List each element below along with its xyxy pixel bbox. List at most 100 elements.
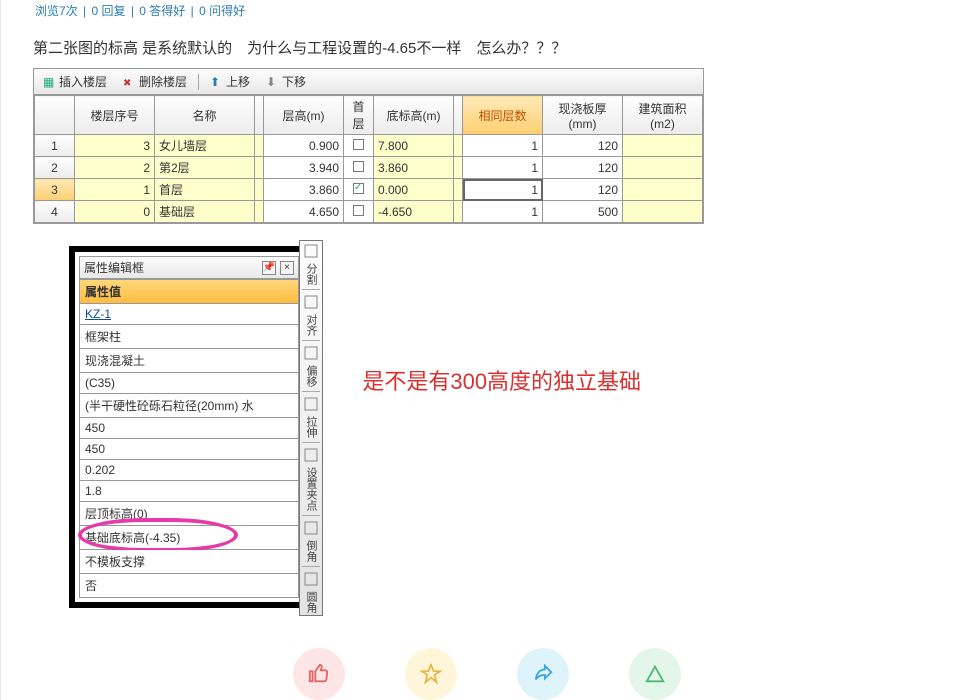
property-row[interactable]: 450 <box>79 439 299 460</box>
cell-first-checkbox[interactable] <box>344 179 374 201</box>
cell-area[interactable] <box>623 135 703 157</box>
col-height[interactable]: 层高(m) <box>264 96 344 135</box>
table-row[interactable]: 22第2层3.9403.8601120 <box>35 157 703 179</box>
col-seq[interactable]: 楼层序号 <box>75 96 155 135</box>
property-row[interactable]: (C35) <box>79 373 299 394</box>
cell-first-checkbox[interactable] <box>344 157 374 179</box>
property-row[interactable]: 450 <box>79 418 299 439</box>
col-name[interactable]: 名称 <box>155 96 255 135</box>
side-tool-label: 倒角 <box>303 540 319 562</box>
side-tool-icon[interactable] <box>303 520 319 536</box>
property-row[interactable]: 框架柱 <box>79 325 299 349</box>
floor-table[interactable]: 楼层序号 名称 层高(m) 首层 底标高(m) 相同层数 现浇板厚(mm) 建筑… <box>34 95 703 223</box>
cell-same[interactable]: 1 <box>463 135 543 157</box>
move-down-button[interactable]: ⬇下移 <box>261 71 311 92</box>
cell-bottom[interactable]: 0.000 <box>374 179 454 201</box>
side-tool-label: 分割 <box>303 263 319 285</box>
side-tool-label: 偏移 <box>303 365 319 387</box>
property-panel-header[interactable]: 属性编辑框 📌 × <box>79 256 299 279</box>
cell-name[interactable]: 基础层 <box>155 201 255 223</box>
cell-name[interactable]: 第2层 <box>155 157 255 179</box>
cell-seq[interactable]: 2 <box>75 157 155 179</box>
cell-area[interactable] <box>623 201 703 223</box>
side-tool-label: 设置夹点 <box>303 467 319 511</box>
cell-height[interactable]: 3.940 <box>264 157 344 179</box>
cell-height[interactable]: 4.650 <box>264 201 344 223</box>
side-tool-label: 拉伸 <box>303 416 319 438</box>
question-title: 第二张图的标高 是系统默认的 为什么与工程设置的-4.65不一样 怎么办？？？ <box>33 37 968 58</box>
cell-name[interactable]: 女儿墙层 <box>155 135 255 157</box>
side-tool-icon[interactable] <box>303 571 319 587</box>
star-icon <box>420 663 442 685</box>
cell-height[interactable]: 3.860 <box>264 179 344 201</box>
cell-thickness[interactable]: 120 <box>543 179 623 201</box>
property-row[interactable]: KZ-1 <box>79 304 299 325</box>
row-index[interactable]: 4 <box>35 201 75 223</box>
insert-floor-button[interactable]: 插入楼层 <box>38 71 112 92</box>
col-thickness[interactable]: 现浇板厚(mm) <box>543 96 623 135</box>
arrow-up-icon: ⬆ <box>210 75 224 89</box>
col-first[interactable]: 首层 <box>344 96 374 135</box>
share-button[interactable] <box>517 648 569 700</box>
close-icon[interactable]: × <box>280 261 294 275</box>
side-tool-label: 对齐 <box>303 314 319 336</box>
cell-height[interactable]: 0.900 <box>264 135 344 157</box>
table-row[interactable]: 40基础层 4.650 -4.650 1500 <box>35 201 703 223</box>
row-index[interactable]: 2 <box>35 157 75 179</box>
thumb-up-button[interactable] <box>293 648 345 700</box>
pin-icon[interactable]: 📌 <box>262 261 276 275</box>
side-tool-icon[interactable] <box>303 447 319 463</box>
post-meta: 浏览7次 | 0 回复 | 0 答得好 | 0 问得好 <box>33 2 968 19</box>
cell-first-checkbox[interactable] <box>344 135 374 157</box>
side-tool-icon[interactable] <box>303 243 319 259</box>
cell-same[interactable]: 1 <box>463 179 543 201</box>
delete-icon <box>123 75 137 89</box>
side-tool-icon[interactable] <box>303 345 319 361</box>
cell-area[interactable] <box>623 179 703 201</box>
col-bottom[interactable]: 底标高(m) <box>374 96 454 135</box>
table-row[interactable]: 13女儿墙层0.9007.8001120 <box>35 135 703 157</box>
cell-seq[interactable]: 0 <box>75 201 155 223</box>
cell-bottom[interactable]: -4.650 <box>374 201 454 223</box>
cell-bottom[interactable]: 7.800 <box>374 135 454 157</box>
table-row[interactable]: 31首层3.8600.0001120 <box>35 179 703 201</box>
star-button[interactable] <box>405 648 457 700</box>
property-row[interactable]: 0.202 <box>79 460 299 481</box>
reaction-buttons <box>33 648 968 700</box>
cell-area[interactable] <box>623 157 703 179</box>
cell-thickness[interactable]: 500 <box>543 201 623 223</box>
cell-bottom[interactable]: 3.860 <box>374 157 454 179</box>
cell-thickness[interactable]: 120 <box>543 135 623 157</box>
toolbar-separator <box>198 74 199 90</box>
floor-toolbar: 插入楼层 删除楼层 ⬆上移 ⬇下移 <box>34 69 703 95</box>
cell-first-checkbox[interactable] <box>344 201 374 223</box>
property-row[interactable]: 否 <box>79 574 299 598</box>
cell-name[interactable]: 首层 <box>155 179 255 201</box>
property-row[interactable]: (半干硬性砼砾石粒径(20mm) 水 <box>79 394 299 418</box>
row-index[interactable]: 1 <box>35 135 75 157</box>
property-row[interactable]: 层顶标高(0) <box>79 502 299 526</box>
floor-table-frame: 插入楼层 删除楼层 ⬆上移 ⬇下移 楼层序号 名称 层高(m) 首层 底标高(m… <box>33 68 704 224</box>
side-tool-icon[interactable] <box>303 396 319 412</box>
row-index[interactable]: 3 <box>35 179 75 201</box>
triangle-button[interactable] <box>629 648 681 700</box>
cell-same[interactable]: 1 <box>463 201 543 223</box>
thumb-up-icon <box>308 663 330 685</box>
property-row[interactable]: 现浇混凝土 <box>79 349 299 373</box>
side-tool-label: 圆角 <box>303 591 319 613</box>
cell-thickness[interactable]: 120 <box>543 157 623 179</box>
delete-floor-button[interactable]: 删除楼层 <box>118 71 192 92</box>
property-row[interactable]: 1.8 <box>79 481 299 502</box>
side-tool-icon[interactable] <box>303 294 319 310</box>
property-row[interactable]: 不模板支撑 <box>79 550 299 574</box>
col-area[interactable]: 建筑面积(m2) <box>623 96 703 135</box>
share-icon <box>532 663 554 685</box>
property-row[interactable]: 基础底标高(-4.35) <box>79 526 299 550</box>
cell-seq[interactable]: 3 <box>75 135 155 157</box>
cell-seq[interactable]: 1 <box>75 179 155 201</box>
move-up-button[interactable]: ⬆上移 <box>205 71 255 92</box>
triangle-icon <box>644 663 666 685</box>
col-same[interactable]: 相同层数 <box>463 96 543 135</box>
answer-text: 是不是有300高度的独立基础 <box>362 364 641 396</box>
cell-same[interactable]: 1 <box>463 157 543 179</box>
